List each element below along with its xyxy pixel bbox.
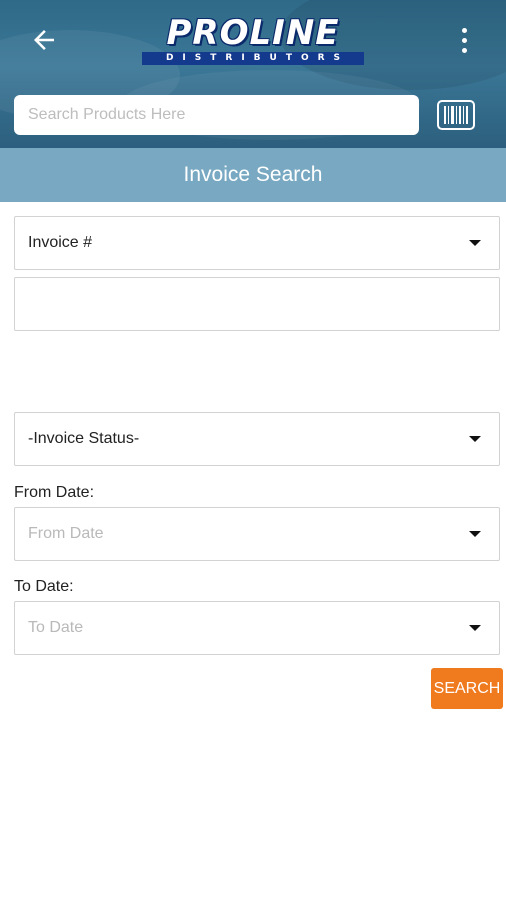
search-placeholder: Search Products Here xyxy=(28,106,186,123)
logo-main-text: PROLINE xyxy=(166,13,340,53)
product-search-input[interactable]: Search Products Here xyxy=(14,95,419,135)
page-title: Invoice Search xyxy=(0,148,506,202)
search-type-select[interactable]: Invoice # xyxy=(14,216,500,270)
caret-down-icon xyxy=(469,625,481,631)
to-date-label: To Date: xyxy=(14,578,74,595)
logo-sub-text: DISTRIBUTORS xyxy=(142,52,364,65)
back-button[interactable] xyxy=(26,22,62,58)
invoice-status-value: -Invoice Status- xyxy=(28,430,140,447)
from-date-select[interactable]: From Date xyxy=(14,507,500,561)
invoice-number-input[interactable] xyxy=(14,277,500,331)
caret-down-icon xyxy=(469,240,481,246)
caret-down-icon xyxy=(469,436,481,442)
to-date-select[interactable]: To Date xyxy=(14,601,500,655)
barcode-scan-button[interactable] xyxy=(437,100,475,130)
proline-logo: PROLINE DISTRIBUTORS xyxy=(138,16,368,66)
invoice-status-select[interactable]: -Invoice Status- xyxy=(14,412,500,466)
caret-down-icon xyxy=(469,531,481,537)
more-options-button[interactable] xyxy=(452,22,476,58)
to-date-placeholder: To Date xyxy=(28,619,84,636)
back-arrow-icon xyxy=(34,30,54,50)
barcode-icon xyxy=(437,100,475,130)
search-button[interactable]: SEARCH xyxy=(431,668,503,709)
search-type-value: Invoice # xyxy=(28,234,93,251)
more-vert-icon xyxy=(461,27,467,33)
app-header: PROLINE DISTRIBUTORS Search Products Her… xyxy=(0,0,506,148)
from-date-placeholder: From Date xyxy=(28,525,104,542)
from-date-label: From Date: xyxy=(14,484,95,501)
